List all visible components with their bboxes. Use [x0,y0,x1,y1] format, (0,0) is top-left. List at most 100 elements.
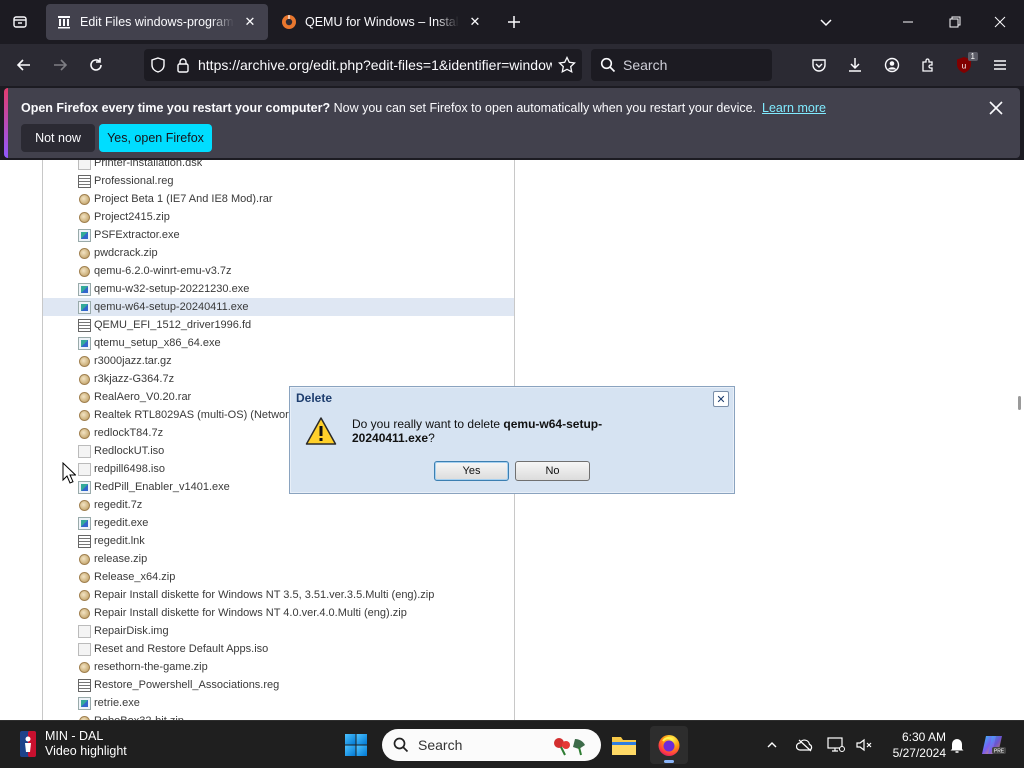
file-name[interactable]: redlockT84.7z [94,427,163,439]
file-name[interactable]: PSFExtractor.exe [94,229,180,241]
not-now-button[interactable]: Not now [21,124,95,152]
show-hidden-icons-button[interactable] [760,733,784,757]
file-name[interactable]: pwdcrack.zip [94,247,158,259]
file-row[interactable]: Reset and Restore Default Apps.iso [43,640,514,658]
file-name[interactable]: resethorn-the-game.zip [94,661,208,673]
bookmark-star-icon[interactable] [552,56,582,74]
file-row[interactable]: Repair Install diskette for Windows NT 3… [43,586,514,604]
list-all-tabs-button[interactable] [4,6,36,38]
tab-edit-files[interactable]: Edit Files windows-program-archive ✕ [46,4,268,40]
file-row[interactable]: qemu-6.2.0-winrt-emu-v3.7z [43,262,514,280]
lock-icon[interactable] [172,57,194,73]
tab-list-dropdown[interactable] [810,6,842,38]
file-name[interactable]: r3000jazz.tar.gz [94,355,172,367]
file-row[interactable]: qemu-w64-setup-20240411.exe [43,298,514,316]
learn-more-link[interactable]: Learn more [762,101,826,115]
file-name[interactable]: release.zip [94,553,147,565]
file-name[interactable]: r3kjazz-G364.7z [94,373,174,385]
yes-button[interactable]: Yes [434,461,509,481]
url-bar[interactable]: https://archive.org/edit.php?edit-files=… [144,49,582,81]
notifications-button[interactable] [945,733,969,757]
url-text[interactable]: https://archive.org/edit.php?edit-files=… [198,57,552,73]
file-row[interactable]: Restore_Powershell_Associations.reg [43,676,514,694]
file-row[interactable]: qemu-w32-setup-20221230.exe [43,280,514,298]
file-row[interactable]: RoboBox32-bit.zip [43,712,514,720]
file-name[interactable]: qemu-6.2.0-winrt-emu-v3.7z [94,265,232,277]
close-tab-icon[interactable]: ✕ [465,12,485,32]
file-row[interactable]: regedit.7z [43,496,514,514]
file-name[interactable]: Restore_Powershell_Associations.reg [94,679,279,691]
file-name[interactable]: redpill6498.iso [94,463,165,475]
file-row[interactable]: Professional.reg [43,172,514,190]
file-row[interactable]: retrie.exe [43,694,514,712]
search-bar[interactable]: Search [591,49,772,81]
restore-button[interactable] [939,6,971,38]
file-row[interactable]: PSFExtractor.exe [43,226,514,244]
file-row[interactable]: Project Beta 1 (IE7 And IE8 Mod).rar [43,190,514,208]
file-name[interactable]: regedit.lnk [94,535,145,547]
new-tab-button[interactable] [498,6,530,38]
file-row[interactable]: pwdcrack.zip [43,244,514,262]
file-row[interactable]: resethorn-the-game.zip [43,658,514,676]
file-name[interactable]: Reset and Restore Default Apps.iso [94,643,268,655]
close-notification-button[interactable] [986,98,1006,118]
forward-button[interactable] [44,49,76,81]
file-name[interactable]: Release_x64.zip [94,571,175,583]
file-row[interactable]: QEMU_EFI_1512_driver1996.fd [43,316,514,334]
file-name[interactable]: retrie.exe [94,697,140,709]
account-button[interactable] [876,49,908,81]
pocket-button[interactable] [803,49,835,81]
file-row[interactable]: Printer-installation.dsk [43,160,514,172]
tab-qemu-installers[interactable]: QEMU for Windows – Installers ✕ [271,4,493,40]
file-name[interactable]: qtemu_setup_x86_64.exe [94,337,221,349]
reload-button[interactable] [80,49,112,81]
start-button[interactable] [341,730,371,760]
onedrive-tray-icon[interactable] [793,733,817,757]
file-row[interactable]: regedit.lnk [43,532,514,550]
taskbar-firefox[interactable] [650,726,688,764]
copilot-button[interactable]: PRE [979,733,1007,757]
taskbar-file-explorer[interactable] [605,726,643,764]
close-tab-icon[interactable]: ✕ [240,12,260,32]
file-row[interactable]: regedit.exe [43,514,514,532]
volume-tray-icon[interactable] [852,733,876,757]
file-row[interactable]: Project2415.zip [43,208,514,226]
file-name[interactable]: regedit.exe [94,517,148,529]
display-tray-icon[interactable] [824,733,848,757]
file-name[interactable]: Printer-installation.dsk [94,160,202,169]
file-name[interactable]: RealAero_V0.20.rar [94,391,191,403]
file-name[interactable]: Professional.reg [94,175,174,187]
file-name[interactable]: RedPill_Enabler_v1401.exe [94,481,230,493]
minimize-button[interactable] [892,6,924,38]
file-name[interactable]: QEMU_EFI_1512_driver1996.fd [94,319,251,331]
taskbar-clock[interactable]: 6:30 AM 5/27/2024 [880,729,946,761]
file-row[interactable]: Repair Install diskette for Windows NT 4… [43,604,514,622]
file-name[interactable]: regedit.7z [94,499,142,511]
dialog-close-button[interactable]: ✕ [713,391,729,407]
scrollbar-thumb[interactable] [1018,396,1021,410]
shield-icon[interactable] [144,57,172,73]
file-row[interactable]: Release_x64.zip [43,568,514,586]
file-name[interactable]: Project Beta 1 (IE7 And IE8 Mod).rar [94,193,273,205]
file-name[interactable]: qemu-w64-setup-20240411.exe [94,301,249,313]
extensions-button[interactable] [912,49,944,81]
yes-open-firefox-button[interactable]: Yes, open Firefox [99,124,212,152]
file-name[interactable]: RedlockUT.iso [94,445,164,457]
close-window-button[interactable] [984,6,1016,38]
app-menu-button[interactable] [984,49,1016,81]
downloads-button[interactable] [839,49,871,81]
taskbar-search-box[interactable]: Search [382,729,601,761]
file-name[interactable]: qemu-w32-setup-20221230.exe [94,283,249,295]
file-name[interactable]: Project2415.zip [94,211,170,223]
file-row[interactable]: qtemu_setup_x86_64.exe [43,334,514,352]
file-name[interactable]: RepairDisk.img [94,625,169,637]
ublock-extension-button[interactable]: u 1 [948,49,980,81]
file-row[interactable]: release.zip [43,550,514,568]
no-button[interactable]: No [515,461,590,481]
file-name[interactable]: Repair Install diskette for Windows NT 3… [94,589,434,601]
sports-widget[interactable]: MIN - DAL Video highlight [20,729,127,759]
file-row[interactable]: r3000jazz.tar.gz [43,352,514,370]
back-button[interactable] [8,49,40,81]
file-row[interactable]: RepairDisk.img [43,622,514,640]
file-name[interactable]: Repair Install diskette for Windows NT 4… [94,607,407,619]
